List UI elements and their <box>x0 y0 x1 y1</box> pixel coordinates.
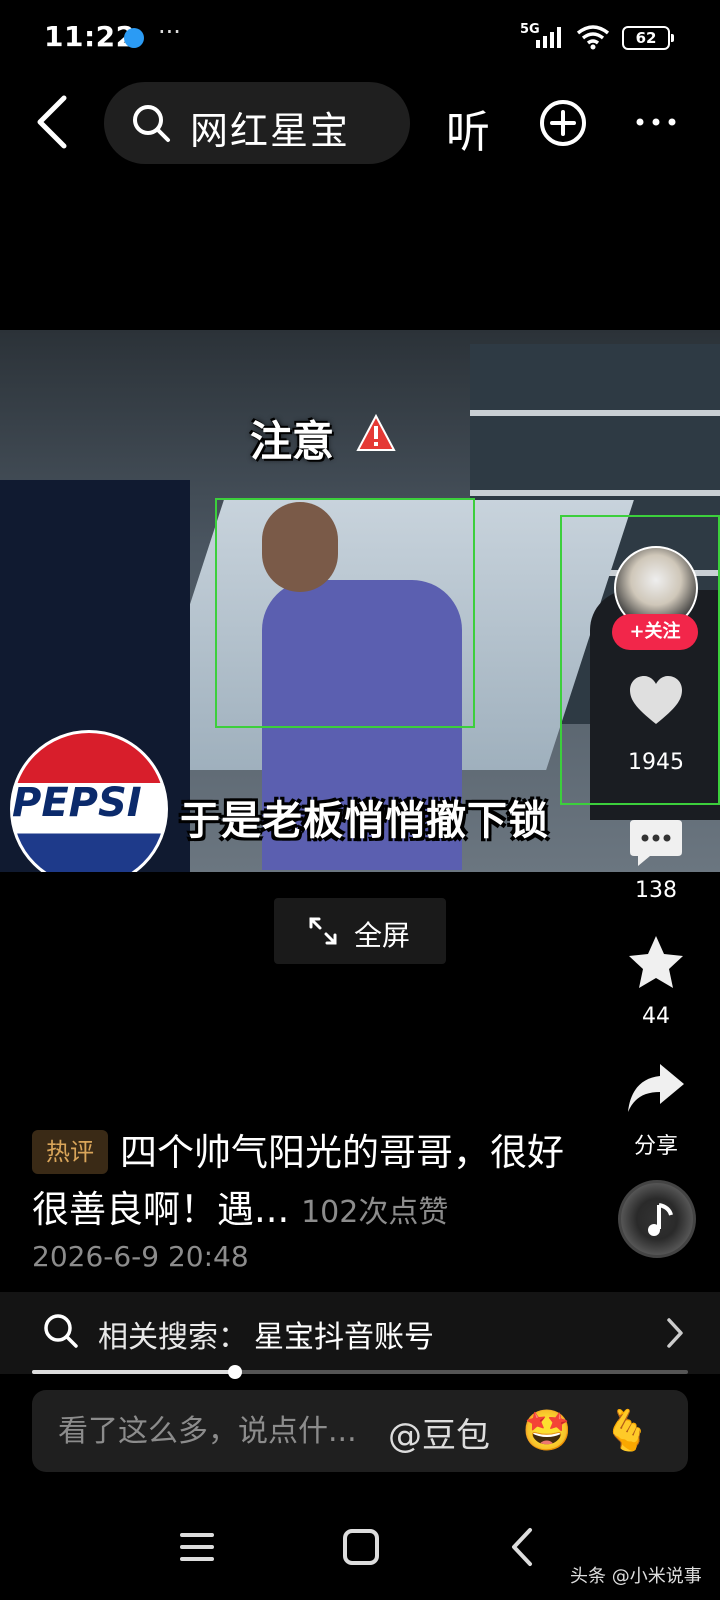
follow-button[interactable]: +关注 <box>612 614 698 650</box>
video-shelf-row <box>470 490 720 496</box>
notification-icon <box>124 28 144 48</box>
status-time: 11:22 <box>44 20 136 53</box>
hot-comment-likes: 102次点赞 <box>301 1195 449 1230</box>
mention-button[interactable]: @豆包 <box>388 1408 490 1457</box>
video-subtitle: 于是老板悄悄撤下锁 <box>180 798 549 844</box>
detection-box <box>215 498 475 728</box>
fullscreen-label: 全屏 <box>354 919 411 952</box>
search-bar[interactable]: 网红星宝 <box>104 82 410 164</box>
video-progress-bar[interactable] <box>32 1365 688 1379</box>
music-disc-icon[interactable] <box>618 1180 696 1258</box>
search-query: 网红星宝 <box>190 109 351 153</box>
related-search-label: 相关搜索： <box>98 1320 248 1355</box>
related-search-row[interactable]: 相关搜索： 星宝抖音账号 <box>0 1292 720 1374</box>
hot-comment[interactable]: 四个帅气阳光的哥哥，很好很善良啊！遇... 102次点赞 <box>32 1124 592 1241</box>
comment-timestamp: 2026-6-9 20:48 <box>32 1240 249 1273</box>
hot-comment-text: 四个帅气阳光的哥哥，很好很善良啊！遇... <box>32 1131 564 1231</box>
comment-count: 138 <box>635 878 677 903</box>
comment-icon[interactable] <box>626 814 686 870</box>
related-search-value: 星宝抖音账号 <box>254 1320 434 1355</box>
video-notice-text: 注意 <box>250 417 335 466</box>
menu-icon[interactable] <box>172 1522 222 1572</box>
star-icon[interactable] <box>626 934 686 990</box>
comment-input-bar[interactable]: @豆包 🤩 🫰 <box>32 1390 688 1472</box>
more-notifications-icon: ··· <box>158 18 181 46</box>
signal-icon <box>536 27 561 48</box>
chevron-right-icon <box>667 1318 683 1348</box>
like-count: 1945 <box>628 750 684 775</box>
back-icon[interactable] <box>498 1522 548 1572</box>
listen-button[interactable]: 听 <box>446 96 490 160</box>
expand-icon <box>309 917 337 945</box>
add-icon[interactable] <box>538 98 588 148</box>
star-eyes-emoji-icon[interactable]: 🤩 <box>522 1406 572 1456</box>
comment-input[interactable] <box>58 1408 388 1454</box>
share-icon[interactable] <box>626 1060 686 1116</box>
heart-icon[interactable] <box>626 672 686 728</box>
back-arrow-icon[interactable] <box>28 92 78 152</box>
home-icon[interactable] <box>336 1522 386 1572</box>
status-bar: 11:22 ··· 5G 62 <box>0 0 720 76</box>
more-options-icon[interactable] <box>634 110 678 134</box>
finger-heart-emoji-icon[interactable]: 🫰 <box>602 1406 652 1456</box>
wifi-icon <box>576 25 610 50</box>
warning-icon <box>356 414 396 451</box>
progress-fill <box>32 1370 236 1374</box>
search-icon <box>44 1314 78 1348</box>
video-shelf-row <box>470 410 720 416</box>
fullscreen-button[interactable]: 全屏 <box>274 898 446 964</box>
favorite-count: 44 <box>642 1004 670 1029</box>
battery-indicator: 62 <box>622 26 674 50</box>
music-note-icon <box>648 1203 673 1236</box>
share-label: 分享 <box>633 1134 678 1159</box>
progress-thumb[interactable] <box>228 1365 243 1379</box>
watermark: 头条 @小米说事 <box>570 1566 702 1587</box>
search-icon <box>133 105 170 142</box>
video-player[interactable]: PEPSI 注意 于是老板悄悄撤下锁 <box>0 330 720 872</box>
pepsi-logo-text: PEPSI <box>12 780 142 826</box>
